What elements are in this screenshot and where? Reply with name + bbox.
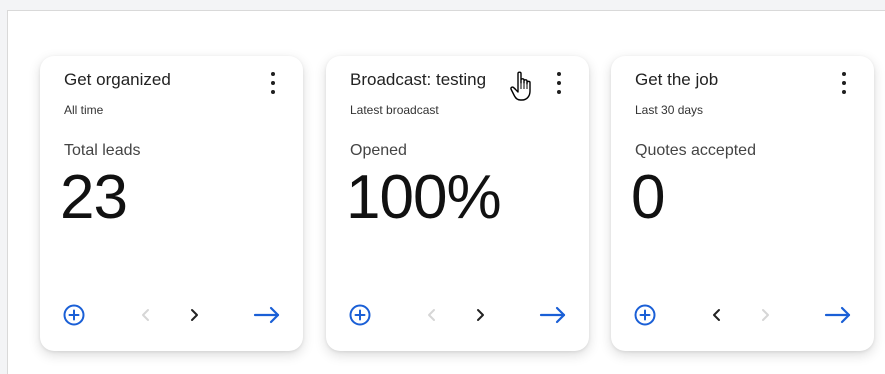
metric-value: 0 — [631, 163, 665, 232]
more-vertical-icon[interactable] — [551, 70, 567, 96]
chevron-left-icon[interactable] — [708, 306, 726, 324]
card-footer — [326, 291, 589, 351]
card-title: Get the job — [635, 70, 719, 89]
chevron-right-icon[interactable] — [471, 306, 489, 324]
metric-value: 100% — [346, 163, 502, 232]
card-title: Get organized — [64, 70, 171, 89]
plus-circle-icon[interactable] — [63, 304, 85, 326]
chevron-right-icon[interactable] — [756, 306, 774, 324]
card-subtitle: All time — [64, 103, 104, 117]
chevron-left-icon[interactable] — [137, 306, 155, 324]
arrow-right-icon[interactable] — [253, 304, 281, 326]
more-vertical-icon[interactable] — [265, 70, 281, 96]
arrow-right-icon[interactable] — [824, 304, 852, 326]
card-broadcast: Broadcast: testing Latest broadcast Open… — [326, 56, 589, 351]
card-footer — [611, 291, 874, 351]
chevron-right-icon[interactable] — [185, 306, 203, 324]
metric-label: Opened — [350, 142, 407, 159]
plus-circle-icon[interactable] — [634, 304, 656, 326]
card-get-the-job: Get the job Last 30 days Quotes accepted… — [611, 56, 874, 351]
arrow-right-icon[interactable] — [539, 304, 567, 326]
more-vertical-icon[interactable] — [836, 70, 852, 96]
card-footer — [40, 291, 303, 351]
metric-label: Total leads — [64, 142, 141, 159]
card-get-organized: Get organized All time Total leads 23 — [40, 56, 303, 351]
chevron-left-icon[interactable] — [423, 306, 441, 324]
card-subtitle: Latest broadcast — [350, 103, 439, 117]
metric-value: 23 — [60, 163, 128, 232]
card-title: Broadcast: testing — [350, 70, 487, 89]
card-subtitle: Last 30 days — [635, 103, 704, 117]
plus-circle-icon[interactable] — [349, 304, 371, 326]
metric-label: Quotes accepted — [635, 142, 756, 159]
